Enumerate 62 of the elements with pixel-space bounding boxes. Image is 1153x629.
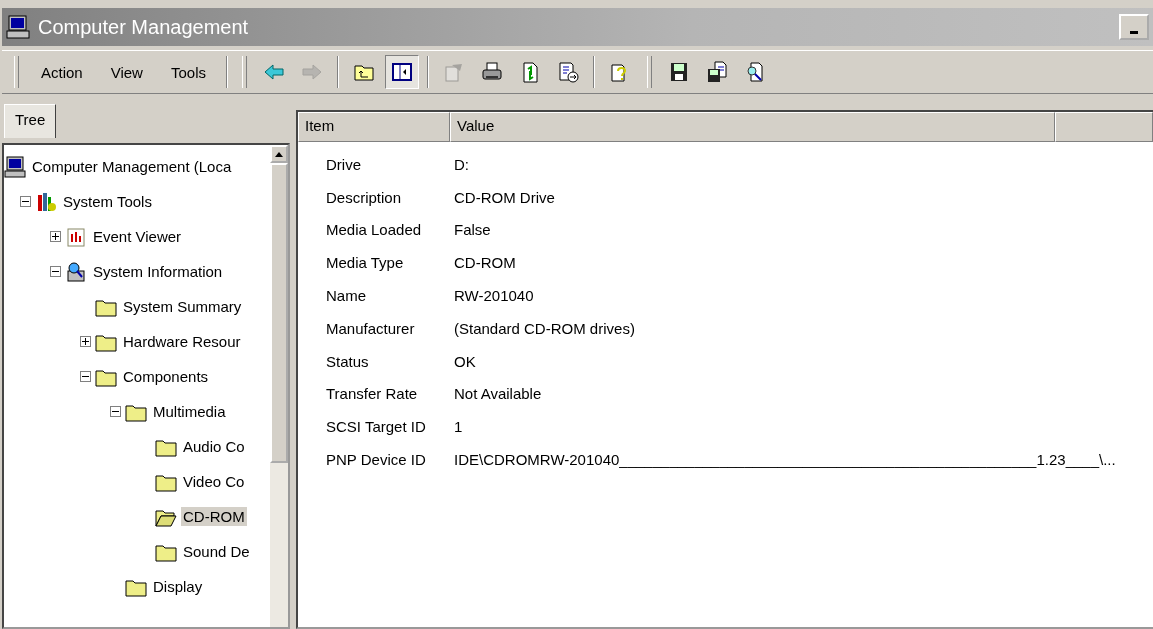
pane-icon bbox=[391, 61, 413, 83]
toolbar-button[interactable] bbox=[385, 55, 419, 89]
table-cell-text: Manufacturer bbox=[325, 319, 416, 337]
table-cell-text: Not Available bbox=[453, 385, 542, 403]
table-cell-text: Media Type bbox=[325, 254, 405, 272]
floppy-disk-icon bbox=[706, 61, 728, 83]
tree-item[interactable]: Components bbox=[121, 367, 211, 386]
computer-icon bbox=[6, 15, 30, 39]
table-cell-text: Name bbox=[325, 287, 367, 305]
scroll-up-icon[interactable] bbox=[275, 151, 283, 157]
expand-toggle[interactable] bbox=[80, 336, 91, 347]
expand-toggle[interactable] bbox=[50, 231, 61, 242]
table-cell-text: CD-ROM bbox=[453, 254, 516, 272]
table-cell-text: D: bbox=[453, 155, 469, 173]
properties-icon bbox=[443, 61, 465, 83]
table-cell-text: CD-ROM Drive bbox=[453, 188, 555, 206]
table-cell-text: 1 bbox=[453, 418, 463, 436]
magnifier-icon bbox=[744, 61, 766, 83]
menu-item[interactable]: Action bbox=[29, 59, 95, 85]
column-header[interactable]: Value bbox=[450, 112, 1055, 142]
tree-item[interactable]: System Summary bbox=[121, 297, 244, 316]
menu-item[interactable]: Tools bbox=[158, 59, 218, 85]
table-cell-text: False bbox=[453, 221, 491, 239]
computer-magnifier-icon bbox=[65, 260, 87, 283]
tree-item[interactable]: Computer Management (Loca bbox=[30, 157, 234, 176]
window-title: Computer Management bbox=[38, 15, 250, 39]
export-list-icon bbox=[557, 61, 579, 83]
table-cell-text: Status bbox=[325, 352, 370, 370]
tab[interactable]: Tree bbox=[4, 104, 57, 138]
tree-item[interactable]: Video Co bbox=[181, 472, 247, 491]
table-cell-text: Drive bbox=[325, 155, 362, 173]
tree-item[interactable]: Display bbox=[151, 577, 205, 596]
table-cell-text: Description bbox=[325, 188, 403, 206]
column-header[interactable]: Item bbox=[298, 112, 450, 142]
table-cell-text: (Standard CD-ROM drives) bbox=[453, 319, 635, 337]
tree-item[interactable]: Sound De bbox=[181, 542, 252, 561]
table-cell-text: IDE\CDROMRW-201040__________________________________________________1.23____\... bbox=[453, 451, 1116, 469]
tree-item[interactable]: Event Viewer bbox=[91, 227, 184, 246]
tree-item[interactable]: System Information bbox=[91, 262, 225, 281]
table-cell-text: RW-201040 bbox=[453, 287, 534, 305]
table-cell-text: SCSI Target ID bbox=[325, 418, 427, 436]
table-cell-text: PNP Device ID bbox=[325, 451, 427, 469]
collapse-toggle[interactable] bbox=[80, 371, 91, 382]
tools-icon bbox=[35, 190, 57, 213]
minimize-button[interactable] bbox=[1119, 14, 1149, 40]
printer-icon bbox=[481, 61, 503, 83]
table-cell-text: OK bbox=[453, 352, 476, 370]
tree-item[interactable]: System Tools bbox=[61, 192, 154, 211]
tree-item[interactable]: Audio Co bbox=[181, 437, 247, 456]
computer-icon bbox=[4, 155, 26, 178]
table-cell-text: Media Loaded bbox=[325, 221, 423, 239]
event-log-icon bbox=[65, 225, 87, 248]
scrollbar[interactable] bbox=[270, 145, 288, 627]
collapse-toggle[interactable] bbox=[20, 196, 31, 207]
table-cell-text: Transfer Rate bbox=[325, 385, 419, 403]
collapse-toggle[interactable] bbox=[110, 406, 121, 417]
tree-item[interactable]: CD-ROM bbox=[181, 507, 247, 526]
menu-item[interactable]: View bbox=[98, 59, 155, 85]
back-arrow-icon bbox=[263, 61, 285, 83]
collapse-toggle[interactable] bbox=[50, 266, 61, 277]
tree-item[interactable]: Multimedia bbox=[151, 402, 228, 421]
tree-item[interactable]: Hardware Resour bbox=[121, 332, 243, 351]
